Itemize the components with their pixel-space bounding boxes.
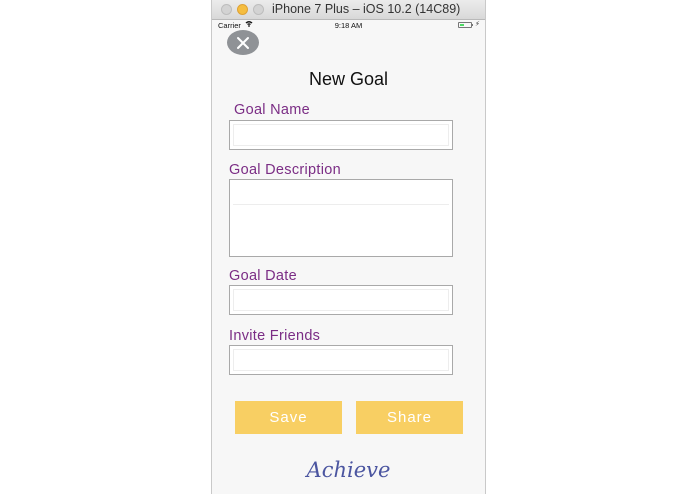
window-minimize-control[interactable] bbox=[237, 4, 248, 15]
brand-logo: Achieve bbox=[306, 458, 391, 482]
close-button[interactable] bbox=[227, 30, 259, 55]
simulator-window: iPhone 7 Plus – iOS 10.2 (14C89) Carrier… bbox=[211, 0, 486, 494]
invite-friends-label: Invite Friends bbox=[229, 328, 321, 344]
share-button[interactable]: Share bbox=[356, 401, 463, 434]
window-titlebar: iPhone 7 Plus – iOS 10.2 (14C89) bbox=[212, 0, 485, 20]
battery-level bbox=[460, 24, 464, 26]
goal-name-input[interactable] bbox=[229, 120, 453, 150]
goal-date-label: Goal Date bbox=[229, 268, 297, 284]
close-icon bbox=[237, 36, 249, 49]
save-button[interactable]: Save bbox=[235, 401, 342, 434]
invite-friends-input[interactable] bbox=[229, 345, 453, 375]
invite-friends-input-inner bbox=[233, 349, 449, 371]
goal-name-label: Goal Name bbox=[234, 102, 311, 118]
page-title: New Goal bbox=[308, 69, 389, 89]
window-close-control[interactable] bbox=[221, 4, 232, 15]
status-time: 9:18 AM bbox=[334, 21, 363, 30]
goal-date-input[interactable] bbox=[229, 285, 453, 315]
charging-icon: ⚡ bbox=[475, 21, 480, 28]
status-bar: Carrier 9:18 AM ⚡ bbox=[212, 20, 485, 31]
goal-description-label: Goal Description bbox=[229, 162, 341, 178]
battery-tip bbox=[472, 24, 473, 26]
goal-date-input-inner bbox=[233, 289, 449, 311]
goal-description-text bbox=[233, 182, 449, 205]
goal-name-input-inner bbox=[233, 124, 449, 146]
goal-description-textarea[interactable] bbox=[229, 179, 453, 257]
window-zoom-control[interactable] bbox=[253, 4, 264, 15]
window-title: iPhone 7 Plus – iOS 10.2 (14C89) bbox=[272, 2, 461, 16]
battery-icon bbox=[458, 22, 472, 28]
